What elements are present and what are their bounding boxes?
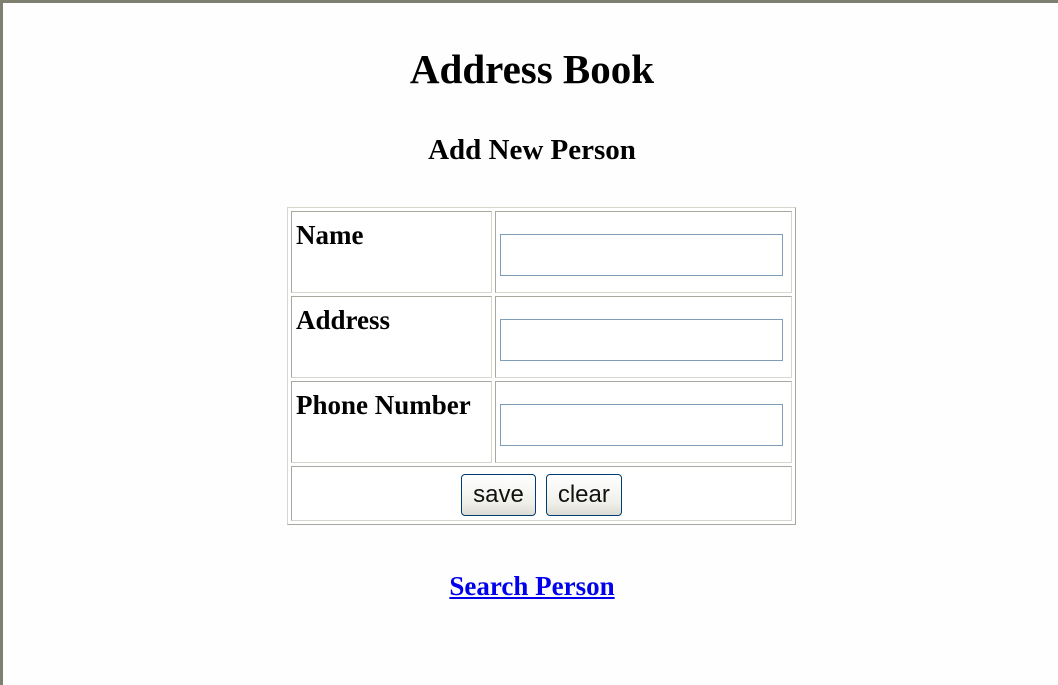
form-row-buttons: save clear: [291, 466, 792, 521]
address-input[interactable]: [499, 319, 783, 361]
phone-number-label: Phone Number: [296, 390, 471, 420]
form-heading: Add New Person: [428, 134, 636, 166]
form-row-address: Address: [291, 296, 792, 378]
search-link-container: Search Person: [3, 568, 1058, 604]
page-title: Address Book: [409, 46, 655, 92]
button-cell: save clear: [291, 466, 792, 521]
save-button[interactable]: save: [461, 473, 536, 516]
address-input-cell: [494, 296, 792, 378]
phone-label-cell: Phone Number: [291, 381, 492, 463]
add-person-form: Name Address Phone Number save clear: [287, 207, 796, 525]
clear-button[interactable]: clear: [545, 473, 622, 516]
address-label-cell: Address: [291, 296, 492, 378]
search-person-link[interactable]: Search Person: [449, 571, 614, 601]
form-row-phone: Phone Number: [291, 381, 792, 463]
name-input[interactable]: [499, 234, 783, 276]
name-label: Name: [296, 220, 364, 250]
browser-page: Address Book Add New Person Name Address…: [0, 0, 1058, 685]
name-label-cell: Name: [291, 211, 492, 293]
address-label: Address: [296, 305, 391, 335]
phone-input-cell: [494, 381, 792, 463]
name-input-cell: [494, 211, 792, 293]
phone-number-input[interactable]: [499, 404, 783, 446]
form-row-name: Name: [291, 211, 792, 293]
